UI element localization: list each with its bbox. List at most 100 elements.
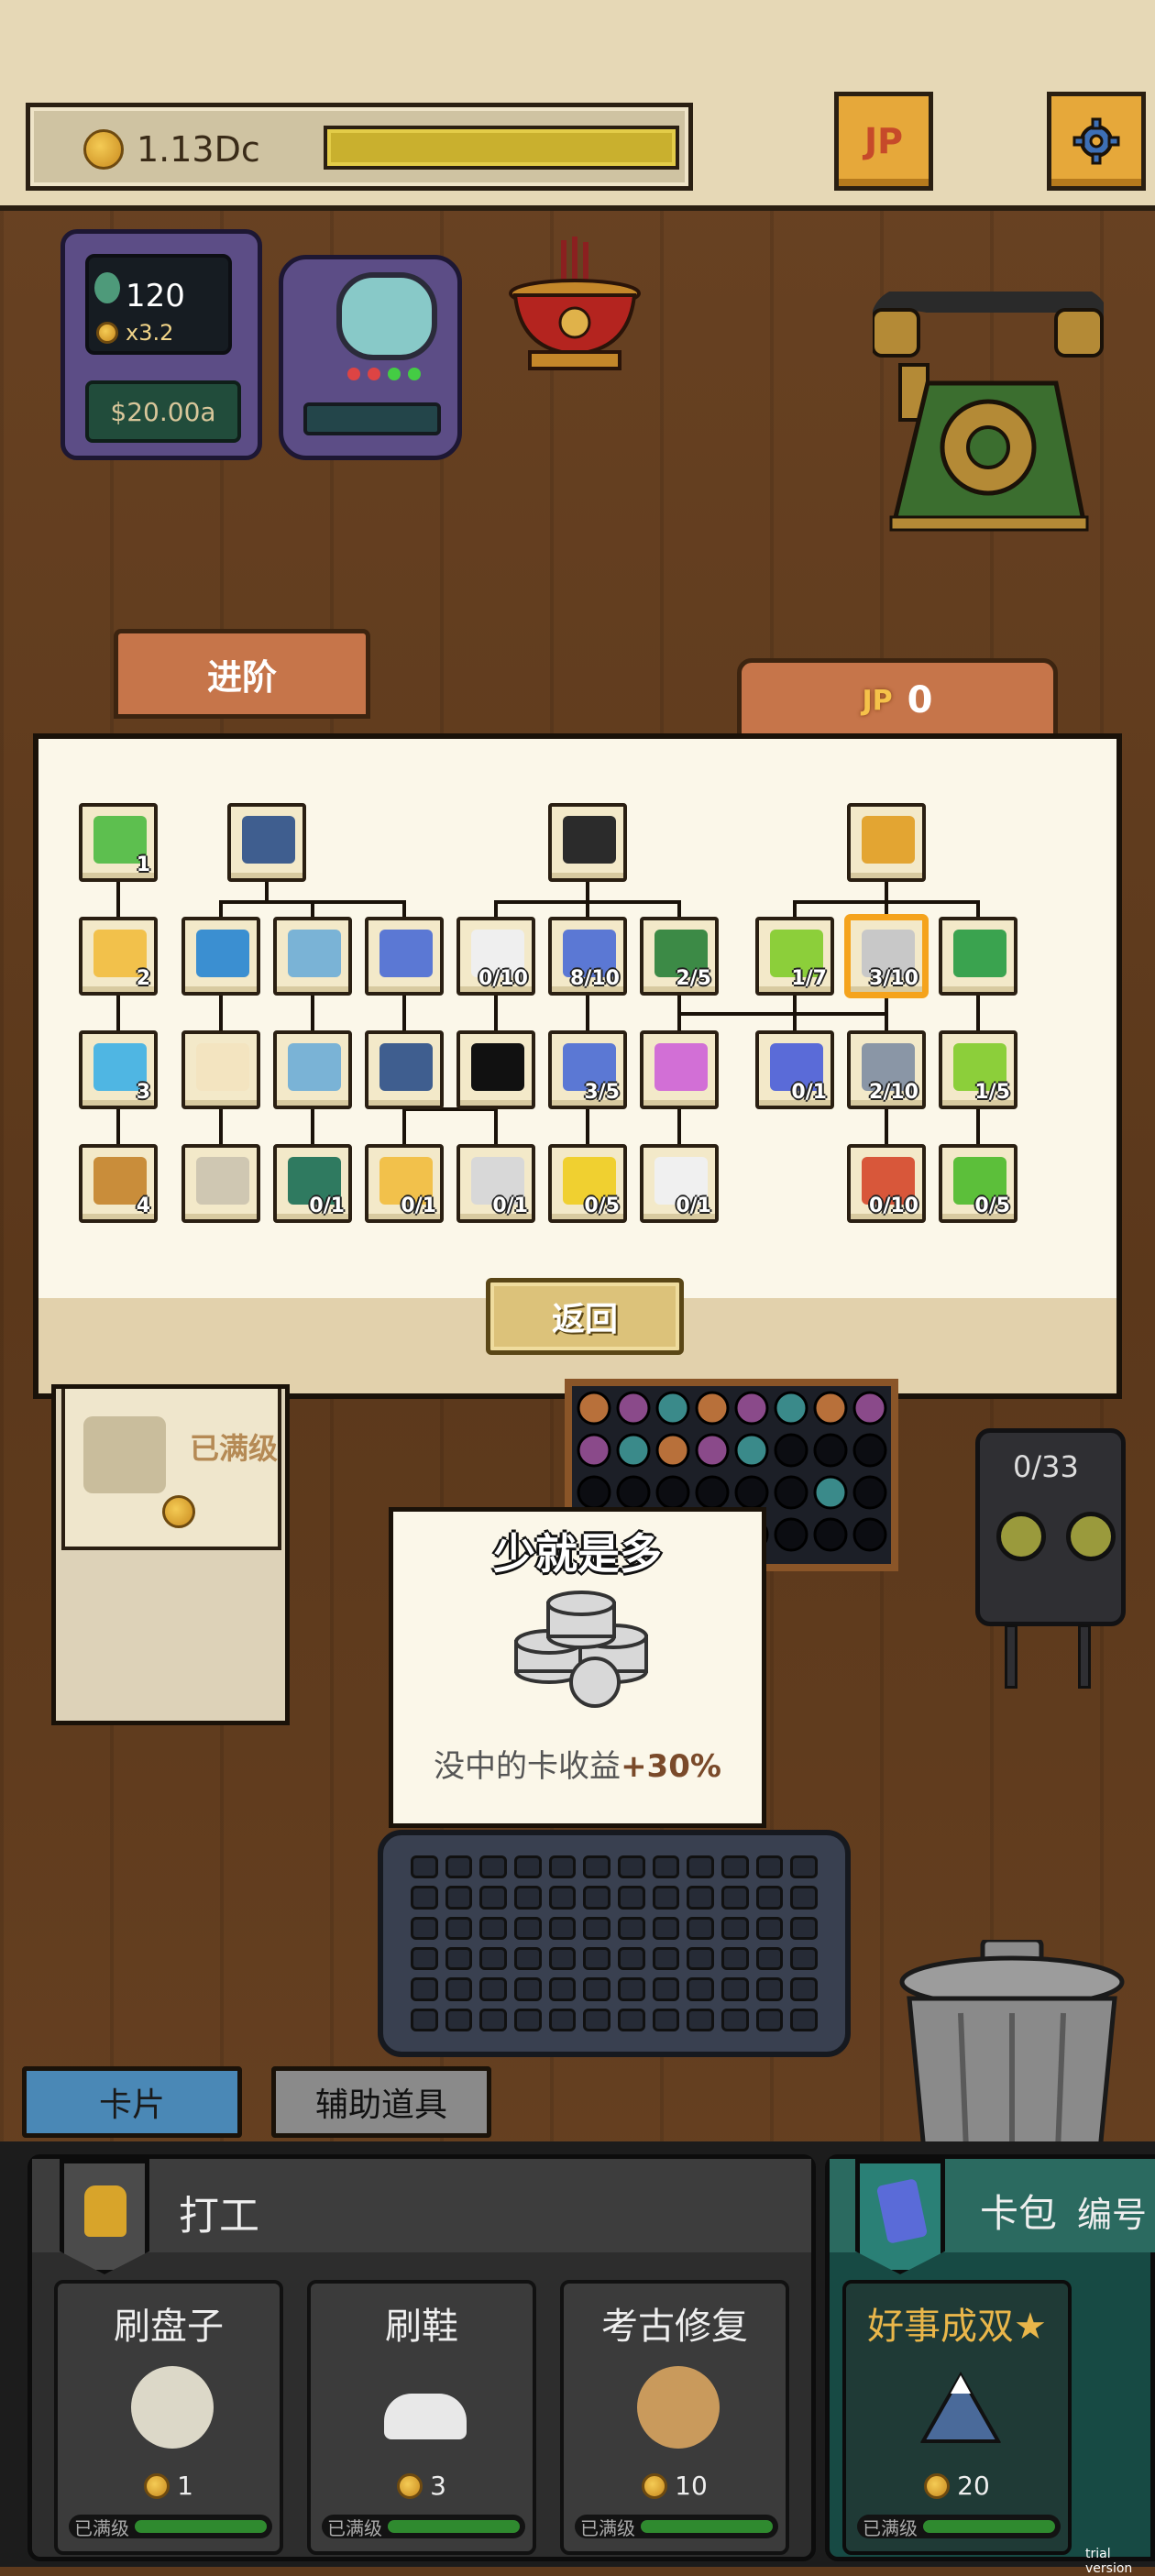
node-c2-r4[interactable] (182, 1144, 260, 1223)
node-c5-r4[interactable]: 0/1 (456, 1144, 535, 1223)
node-c4-r3[interactable] (365, 1030, 444, 1109)
jp-button[interactable]: JP (834, 92, 933, 191)
board-cell[interactable] (616, 1475, 651, 1510)
board-cell[interactable] (734, 1433, 769, 1468)
keyboard-key (617, 1977, 645, 2001)
keyboard-key (755, 1977, 784, 2001)
tree-connector (677, 900, 681, 917)
board-cell[interactable] (695, 1475, 730, 1510)
keyboard-key (583, 2008, 610, 2031)
tab-cards[interactable]: 卡片 (22, 2066, 242, 2138)
board-cell[interactable] (655, 1475, 690, 1510)
robot-counter[interactable]: 0/33 (975, 1428, 1126, 1694)
board-cell[interactable] (577, 1475, 611, 1510)
keyboard-key (790, 1886, 818, 1910)
node-c7-r4[interactable]: 0/1 (640, 1144, 719, 1223)
node-c3-r4[interactable]: 0/1 (273, 1144, 352, 1223)
board-cell[interactable] (774, 1517, 808, 1552)
board-cell[interactable] (577, 1433, 611, 1468)
tree-connector (885, 900, 888, 917)
board-cell[interactable] (813, 1475, 848, 1510)
board-cell[interactable] (813, 1391, 848, 1426)
tab-tools[interactable]: 辅助道具 (271, 2066, 491, 2138)
board-cell[interactable] (616, 1433, 651, 1468)
money-progress-bar (324, 126, 679, 170)
job-card-dishes[interactable]: 刷盘子 1 已满级 (54, 2280, 283, 2555)
node-root-1[interactable]: 1 (79, 803, 158, 882)
board-cell[interactable] (695, 1391, 730, 1426)
board-cell[interactable] (852, 1517, 887, 1552)
settings-button[interactable] (1047, 92, 1146, 191)
node-c4-r2[interactable] (365, 917, 444, 996)
money-display: 1.13Dc (26, 103, 693, 191)
back-button[interactable]: 返回 (486, 1278, 684, 1355)
node-c6-r4[interactable]: 0/5 (548, 1144, 627, 1223)
node-c4-r4[interactable]: 0/1 (365, 1144, 444, 1223)
node-count: 3/5 (584, 1081, 620, 1104)
board-cell[interactable] (774, 1433, 808, 1468)
keyboard-key (479, 2008, 507, 2031)
node-c1-r3[interactable]: 3 (79, 1030, 158, 1109)
keyboard-key (652, 1947, 680, 1971)
node-c2-r2[interactable] (182, 917, 260, 996)
node-c1-r4[interactable]: 4 (79, 1144, 158, 1223)
job-card-shoes[interactable]: 刷鞋 3 已满级 (307, 2280, 536, 2555)
board-cell[interactable] (577, 1391, 611, 1426)
job-card-archaeology[interactable]: 考古修复 10 已满级 (560, 2280, 789, 2555)
node-c8-r3[interactable]: 0/1 (755, 1030, 834, 1109)
node-c9-r2[interactable]: 3/10 (847, 917, 926, 996)
node-root-3[interactable] (548, 803, 627, 882)
node-c7-r3[interactable] (640, 1030, 719, 1109)
node-c9-r3[interactable]: 2/10 (847, 1030, 926, 1109)
node-c10-r3[interactable]: 1/5 (939, 1030, 1018, 1109)
node-c10-r4[interactable]: 0/5 (939, 1144, 1018, 1223)
keyboard-mat[interactable] (378, 1830, 851, 2057)
keyboard-key (652, 2008, 680, 2031)
tab-advance[interactable]: 进阶 (114, 629, 370, 719)
node-count: 8/10 (570, 967, 620, 990)
board-cell[interactable] (616, 1391, 651, 1426)
node-c2-r3[interactable] (182, 1030, 260, 1109)
node-c1-r2[interactable]: 2 (79, 917, 158, 996)
tree-connector (586, 882, 589, 900)
node-c5-r2[interactable]: 0/10 (456, 917, 535, 996)
keyboard-key (652, 1855, 680, 1879)
board-cell[interactable] (813, 1517, 848, 1552)
board-cell[interactable] (655, 1433, 690, 1468)
node-c3-r2[interactable] (273, 917, 352, 996)
node-c8-r2[interactable]: 1/7 (755, 917, 834, 996)
node-root-2[interactable] (227, 803, 306, 882)
board-cell[interactable] (852, 1433, 887, 1468)
pack-card-double[interactable]: 好事成双★ 20 已满级 (842, 2280, 1072, 2555)
board-cell[interactable] (734, 1475, 769, 1510)
node-c3-r3[interactable] (273, 1030, 352, 1109)
node-c10-r2[interactable] (939, 917, 1018, 996)
node-c6-r2[interactable]: 8/10 (548, 917, 627, 996)
node-count: 3/10 (869, 967, 918, 990)
board-cell[interactable] (774, 1475, 808, 1510)
coin-icon (144, 2472, 170, 2499)
board-cell[interactable] (852, 1475, 887, 1510)
telephone-icon[interactable] (873, 292, 1104, 532)
node-count: 0/1 (309, 1194, 345, 1217)
left-upgrade-card[interactable]: 已满级 (51, 1384, 290, 1725)
machine-right-unit (279, 255, 462, 460)
slot-machine[interactable]: 120 x3.2 $20.00a (60, 229, 464, 460)
node-c6-r3[interactable]: 3/5 (548, 1030, 627, 1109)
node-c7-r2[interactable]: 2/5 (640, 917, 719, 996)
board-cell[interactable] (813, 1433, 848, 1468)
board-cell[interactable] (852, 1391, 887, 1426)
board-cell[interactable] (655, 1391, 690, 1426)
keyboard-key (652, 1916, 680, 1940)
node-count: 4 (136, 1194, 150, 1217)
board-cell[interactable] (734, 1391, 769, 1426)
node-c9-r4[interactable]: 0/10 (847, 1144, 926, 1223)
incense-burner-icon[interactable] (502, 237, 647, 383)
multiplier: x3.2 (126, 320, 174, 346)
board-cell[interactable] (774, 1391, 808, 1426)
node-c5-r3[interactable] (456, 1030, 535, 1109)
node-root-4[interactable] (847, 803, 926, 882)
trash-can-icon[interactable] (887, 1940, 1137, 2151)
robot-eyes (996, 1512, 1116, 1561)
board-cell[interactable] (695, 1433, 730, 1468)
